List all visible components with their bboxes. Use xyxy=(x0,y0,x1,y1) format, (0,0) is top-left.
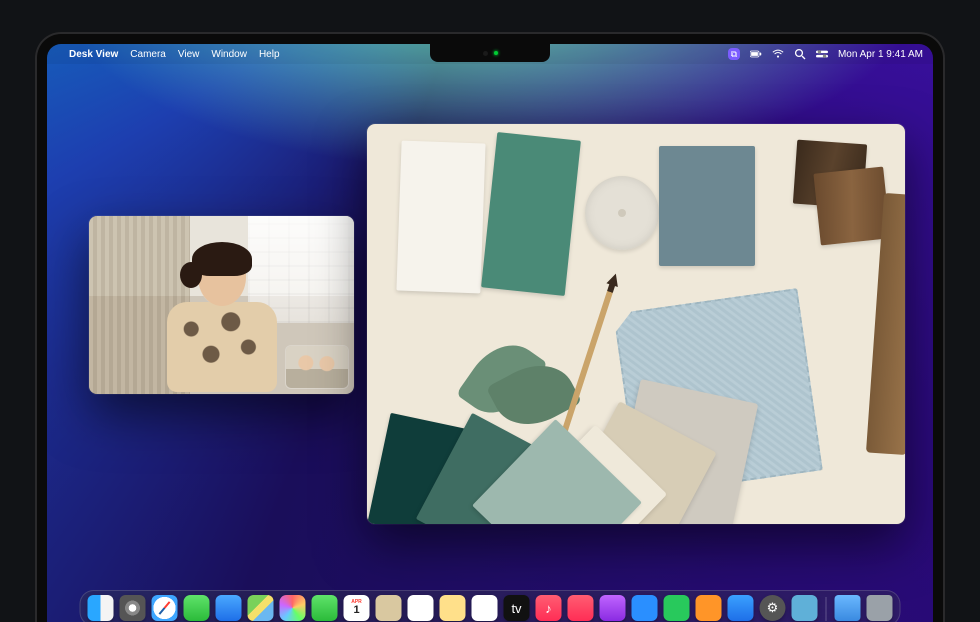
dock-appstore-icon[interactable] xyxy=(728,595,754,621)
facetime-participant-tile[interactable] xyxy=(286,346,348,388)
facetime-video-main xyxy=(89,216,354,394)
battery-icon[interactable] xyxy=(750,48,762,60)
display-notch xyxy=(430,44,550,62)
dock-facetime-icon[interactable] xyxy=(312,595,338,621)
calendar-day: 1 xyxy=(353,605,359,616)
dock-freeform-icon[interactable] xyxy=(472,595,498,621)
dock-downloads-icon[interactable] xyxy=(835,595,861,621)
app-menu[interactable]: Desk View xyxy=(69,49,118,60)
dock-messages-icon[interactable] xyxy=(184,595,210,621)
facetime-self-view xyxy=(162,248,282,394)
dock-maps-icon[interactable] xyxy=(248,595,274,621)
control-center-icon[interactable] xyxy=(816,48,828,60)
wifi-icon[interactable] xyxy=(772,48,784,60)
dock-numbers-icon[interactable] xyxy=(664,595,690,621)
dock-separator xyxy=(826,597,827,621)
dock-notes-icon[interactable] xyxy=(440,595,466,621)
dock-podcasts-icon[interactable] xyxy=(600,595,626,621)
dock-tv-icon[interactable]: tv xyxy=(504,595,530,621)
dock-keynote-icon[interactable] xyxy=(632,595,658,621)
menu-view[interactable]: View xyxy=(178,49,200,60)
menu-bar-clock[interactable]: Mon Apr 1 9:41 AM xyxy=(838,49,923,60)
desk-view-window[interactable] xyxy=(367,124,905,524)
screen-share-indicator-icon[interactable]: ⧉ xyxy=(728,48,740,60)
laptop-frame: Desk View Camera View Window Help ⧉ xyxy=(35,32,945,622)
dock-contacts-icon[interactable] xyxy=(376,595,402,621)
facetime-window[interactable] xyxy=(89,216,354,394)
dock-news-icon[interactable] xyxy=(568,595,594,621)
dock-deskview-icon[interactable] xyxy=(792,595,818,621)
dock-pages-icon[interactable] xyxy=(696,595,722,621)
menu-window[interactable]: Window xyxy=(211,49,247,60)
dock-mail-icon[interactable] xyxy=(216,595,242,621)
menu-camera[interactable]: Camera xyxy=(130,49,166,60)
dock-calendar-icon[interactable]: APR 1 xyxy=(344,595,370,621)
dock-trash-icon[interactable] xyxy=(867,595,893,621)
desktop[interactable]: Desk View Camera View Window Help ⧉ xyxy=(47,44,933,622)
spotlight-icon[interactable] xyxy=(794,48,806,60)
desk-view-video xyxy=(367,124,905,524)
dock-finder-icon[interactable] xyxy=(88,595,114,621)
dock-photos-icon[interactable] xyxy=(280,595,306,621)
dock-safari-icon[interactable] xyxy=(152,595,178,621)
dock-music-icon[interactable]: ♪ xyxy=(536,595,562,621)
menu-help[interactable]: Help xyxy=(259,49,280,60)
dock: APR 1 tv ♪ ⚙ xyxy=(80,590,901,622)
dock-launchpad-icon[interactable] xyxy=(120,595,146,621)
dock-settings-icon[interactable]: ⚙ xyxy=(760,595,786,621)
dock-reminders-icon[interactable] xyxy=(408,595,434,621)
